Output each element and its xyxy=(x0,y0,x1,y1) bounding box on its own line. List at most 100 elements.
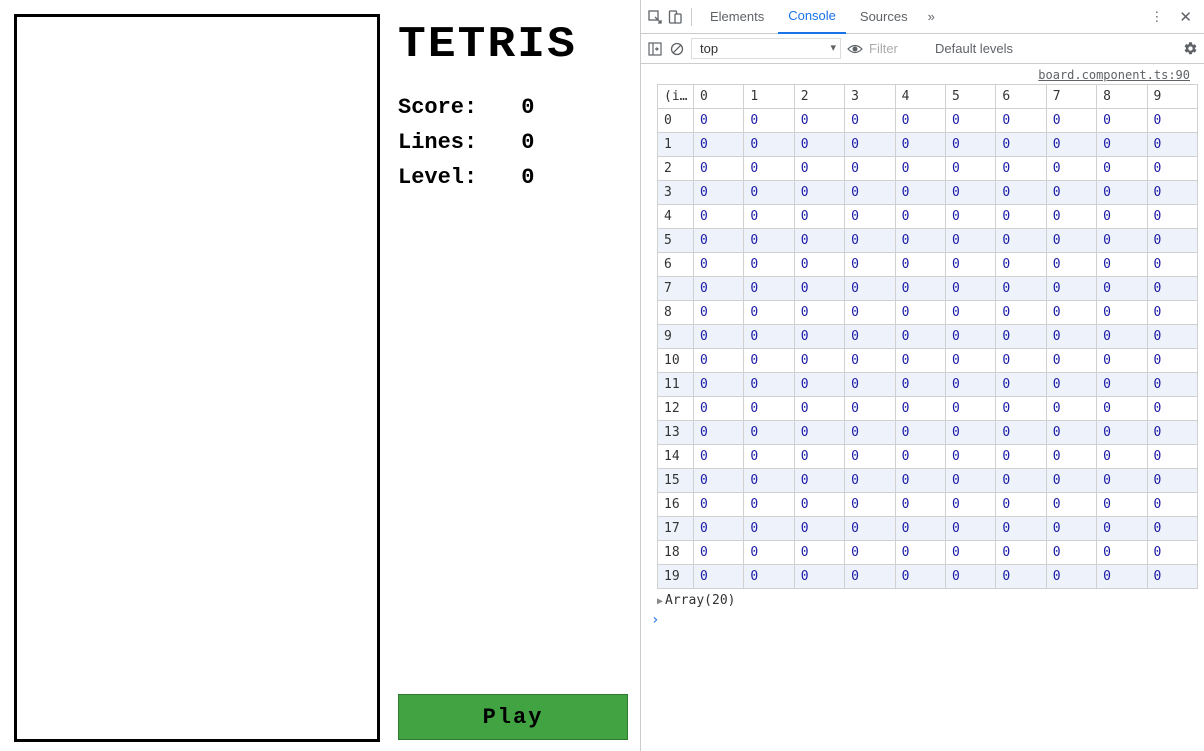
lines-value: 0 xyxy=(521,130,534,155)
table-row: 20000000000 xyxy=(658,157,1198,181)
table-cell: 0 xyxy=(744,181,794,205)
expand-triangle-icon[interactable]: ▶ xyxy=(657,596,663,607)
table-cell: 0 xyxy=(1046,229,1096,253)
table-row-index: 11 xyxy=(658,373,694,397)
table-header-col[interactable]: 4 xyxy=(895,85,945,109)
console-toolbar: top Filter Default levels xyxy=(641,34,1204,64)
table-cell: 0 xyxy=(794,253,844,277)
game-info: TETRIS Score: 0 Lines: 0 Level: 0 xyxy=(398,20,638,196)
table-cell: 0 xyxy=(1147,325,1197,349)
table-header-col[interactable]: 8 xyxy=(1097,85,1147,109)
table-cell: 0 xyxy=(845,445,895,469)
table-header-col[interactable]: 5 xyxy=(945,85,995,109)
table-cell: 0 xyxy=(996,157,1046,181)
table-header-col[interactable]: 7 xyxy=(1046,85,1096,109)
table-header-index[interactable]: (i… xyxy=(658,85,694,109)
table-header-col[interactable]: 1 xyxy=(744,85,794,109)
array-summary[interactable]: ▶Array(20) xyxy=(647,589,1198,610)
table-cell: 0 xyxy=(1147,253,1197,277)
table-header-col[interactable]: 3 xyxy=(845,85,895,109)
table-cell: 0 xyxy=(1097,205,1147,229)
table-row-index: 16 xyxy=(658,493,694,517)
table-cell: 0 xyxy=(845,325,895,349)
devtools-tabbar: Elements Console Sources » ⋮ ✕ xyxy=(641,0,1204,34)
table-cell: 0 xyxy=(945,325,995,349)
console-sidebar-toggle-icon[interactable] xyxy=(647,41,663,57)
table-cell: 0 xyxy=(794,493,844,517)
table-row: 30000000000 xyxy=(658,181,1198,205)
context-selector[interactable]: top xyxy=(691,38,841,59)
close-icon[interactable]: ✕ xyxy=(1173,8,1198,26)
console-body: board.component.ts:90 (i… 0 1 2 3 4 5 6 … xyxy=(641,64,1204,636)
table-cell: 0 xyxy=(794,325,844,349)
tab-sources[interactable]: Sources xyxy=(850,0,918,34)
table-cell: 0 xyxy=(996,229,1046,253)
table-header-col[interactable]: 9 xyxy=(1147,85,1197,109)
table-cell: 0 xyxy=(694,541,744,565)
table-row-index: 5 xyxy=(658,229,694,253)
table-row: 50000000000 xyxy=(658,229,1198,253)
table-cell: 0 xyxy=(1097,565,1147,589)
log-levels-selector[interactable]: Default levels xyxy=(935,41,1025,56)
table-cell: 0 xyxy=(1046,301,1096,325)
table-cell: 0 xyxy=(744,349,794,373)
table-cell: 0 xyxy=(845,349,895,373)
table-cell: 0 xyxy=(744,157,794,181)
table-header-col[interactable]: 2 xyxy=(794,85,844,109)
lines-label: Lines: xyxy=(398,125,508,160)
console-prompt[interactable]: › xyxy=(647,610,1198,630)
table-cell: 0 xyxy=(1046,421,1096,445)
table-cell: 0 xyxy=(945,397,995,421)
table-cell: 0 xyxy=(845,421,895,445)
table-cell: 0 xyxy=(1097,229,1147,253)
table-cell: 0 xyxy=(945,517,995,541)
table-cell: 0 xyxy=(845,301,895,325)
array-summary-text: Array(20) xyxy=(665,593,735,608)
table-row: 10000000000 xyxy=(658,133,1198,157)
table-cell: 0 xyxy=(744,229,794,253)
kebab-menu-icon[interactable]: ⋮ xyxy=(1144,9,1169,25)
clear-console-icon[interactable] xyxy=(669,41,685,57)
table-header-col[interactable]: 6 xyxy=(996,85,1046,109)
tab-more[interactable]: » xyxy=(922,1,941,32)
table-cell: 0 xyxy=(794,277,844,301)
table-cell: 0 xyxy=(1147,205,1197,229)
game-title: TETRIS xyxy=(398,20,650,70)
table-cell: 0 xyxy=(895,349,945,373)
device-toggle-icon[interactable] xyxy=(667,9,683,25)
table-cell: 0 xyxy=(1147,301,1197,325)
live-expression-icon[interactable] xyxy=(847,41,863,57)
table-cell: 0 xyxy=(694,205,744,229)
table-row: 120000000000 xyxy=(658,397,1198,421)
source-link[interactable]: board.component.ts:90 xyxy=(647,68,1198,82)
table-cell: 0 xyxy=(1147,493,1197,517)
table-cell: 0 xyxy=(694,565,744,589)
table-cell: 0 xyxy=(744,301,794,325)
table-header-col[interactable]: 0 xyxy=(694,85,744,109)
table-row-index: 4 xyxy=(658,205,694,229)
table-cell: 0 xyxy=(794,205,844,229)
table-cell: 0 xyxy=(744,373,794,397)
table-cell: 0 xyxy=(996,349,1046,373)
table-row-index: 6 xyxy=(658,253,694,277)
tab-elements[interactable]: Elements xyxy=(700,0,774,34)
table-cell: 0 xyxy=(996,373,1046,397)
console-table: (i… 0 1 2 3 4 5 6 7 8 9 0000000000010000… xyxy=(657,84,1198,589)
table-cell: 0 xyxy=(945,133,995,157)
table-cell: 0 xyxy=(895,565,945,589)
table-cell: 0 xyxy=(694,181,744,205)
tab-console[interactable]: Console xyxy=(778,0,846,34)
table-cell: 0 xyxy=(1046,541,1096,565)
table-cell: 0 xyxy=(794,421,844,445)
table-cell: 0 xyxy=(996,253,1046,277)
table-cell: 0 xyxy=(945,565,995,589)
table-cell: 0 xyxy=(945,541,995,565)
table-cell: 0 xyxy=(744,397,794,421)
play-button[interactable]: Play xyxy=(398,694,628,740)
table-cell: 0 xyxy=(895,493,945,517)
gear-icon[interactable] xyxy=(1182,41,1198,57)
filter-input[interactable]: Filter xyxy=(869,41,929,57)
inspect-icon[interactable] xyxy=(647,9,663,25)
table-row-index: 13 xyxy=(658,421,694,445)
table-cell: 0 xyxy=(794,541,844,565)
